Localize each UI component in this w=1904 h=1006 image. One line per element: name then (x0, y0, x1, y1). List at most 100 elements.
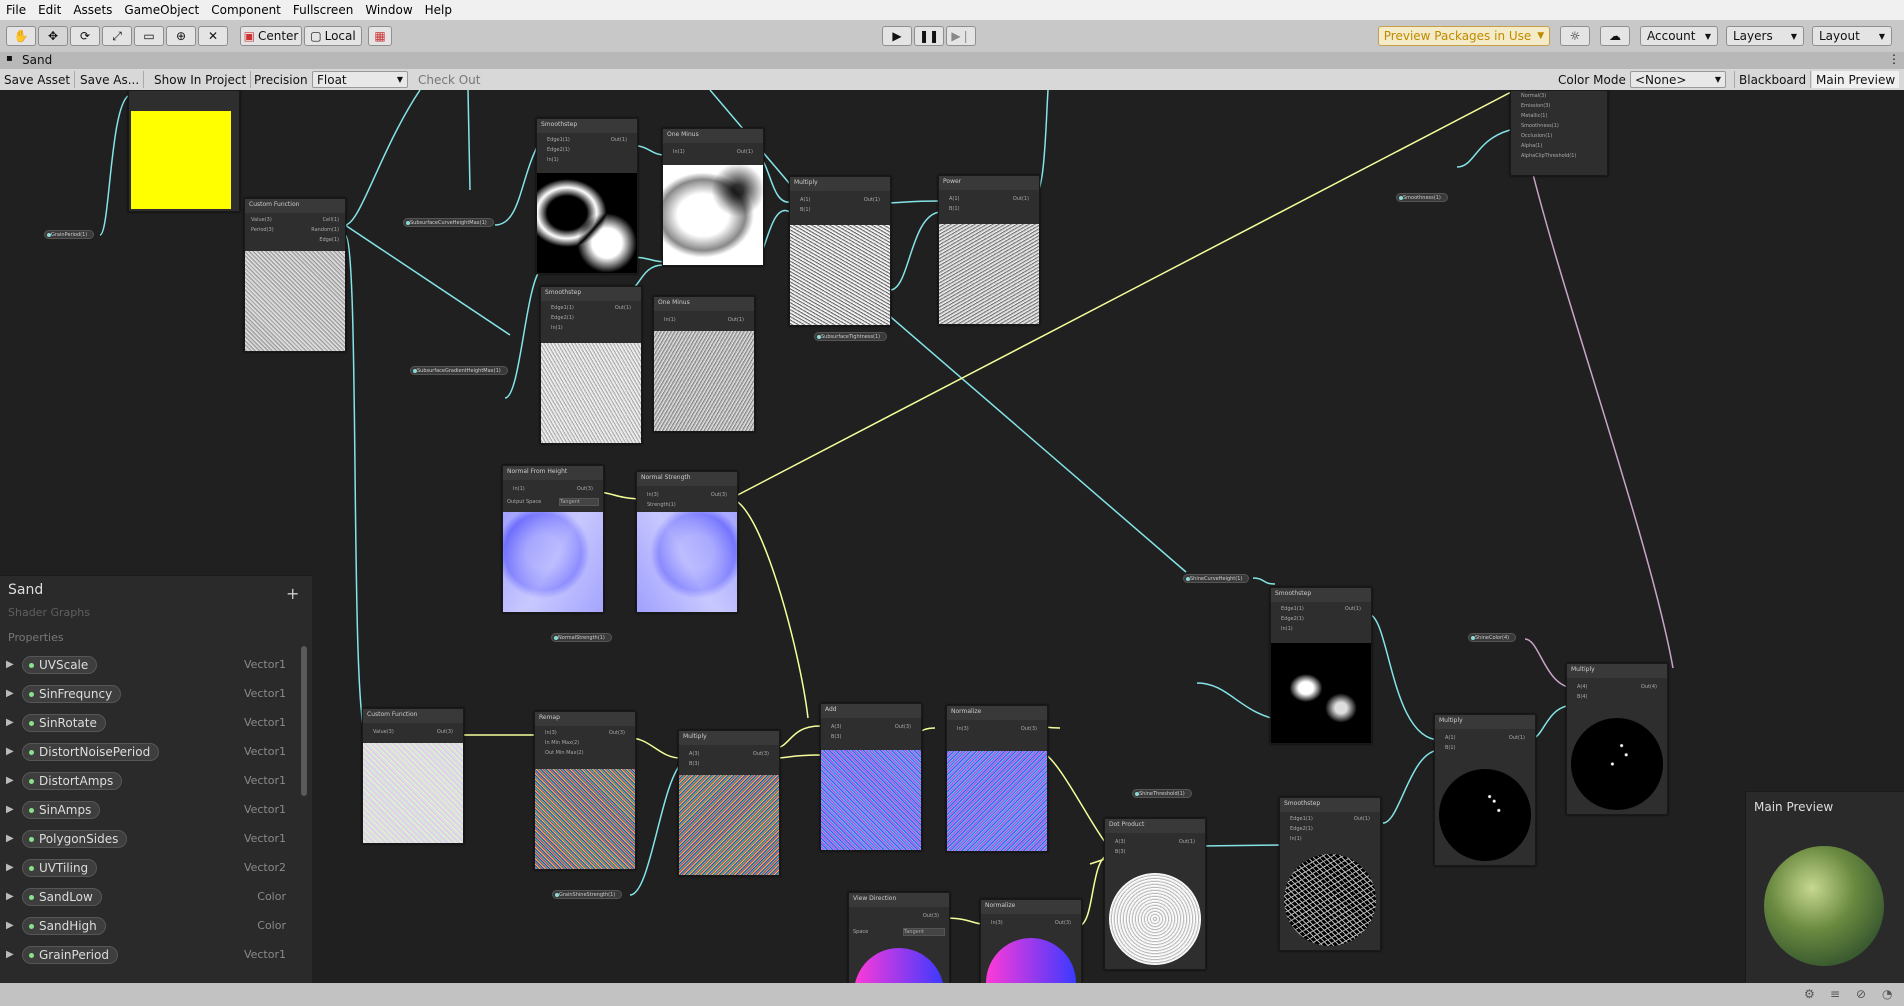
port-label[interactable]: B(4) (1577, 694, 1588, 700)
port-label[interactable]: A(4) (1577, 684, 1588, 690)
port-label[interactable]: In(1) (547, 157, 559, 163)
one-minus-node[interactable]: One Minus In(1) Out(1) (662, 128, 764, 266)
port-label[interactable]: Cell(1) (323, 217, 339, 223)
property-name[interactable]: SandLow (22, 888, 102, 906)
property-row[interactable]: ▶ UVTiling Vector2 (0, 857, 300, 881)
port-label[interactable]: Out(1) (1179, 839, 1195, 845)
port-label[interactable]: Out(4) (1641, 684, 1657, 690)
chevron-right-icon[interactable]: ▶ (6, 920, 14, 931)
color-mode-dropdown[interactable]: <None> ▼ (1630, 71, 1726, 88)
port-label[interactable]: Edge1(1) (551, 305, 574, 311)
port-label[interactable]: In(3) (647, 492, 659, 498)
smoothstep-node[interactable]: Smoothstep Edge1(1) Edge2(1) In(1) Out(1… (536, 118, 638, 274)
port-label[interactable]: Alpha(1) (1521, 143, 1542, 149)
port-label[interactable]: Out(3) (753, 751, 769, 757)
pause-button[interactable]: ❚❚ (914, 26, 944, 46)
port-label[interactable]: Out(1) (737, 149, 753, 155)
port-label[interactable]: B(1) (949, 206, 960, 212)
blackboard-toggle[interactable]: Blackboard (1734, 71, 1812, 88)
port-label[interactable]: B(1) (800, 207, 811, 213)
preview-packages-button[interactable]: Preview Packages in Use ▼ (1378, 26, 1550, 46)
port-label[interactable]: Period(3) (251, 227, 274, 233)
property-row[interactable]: ▶ SandHigh Color (0, 915, 300, 939)
chevron-right-icon[interactable]: ▶ (6, 949, 14, 960)
custom-tool-button[interactable]: ✕ (198, 26, 228, 46)
port-label[interactable]: Random(1) (311, 227, 339, 233)
property-row[interactable]: ▶ DistortNoisePeriod Vector1 (0, 741, 300, 765)
property-row[interactable]: ▶ SandLow Color (0, 886, 300, 910)
port-label[interactable]: Edge1(1) (1290, 816, 1313, 822)
play-button[interactable]: ▶ (882, 26, 912, 46)
custom-function-node[interactable]: Custom Function Value(3) Out(3) (362, 708, 464, 844)
property-row[interactable]: ▶ PolygonSides Vector1 (0, 828, 300, 852)
port-label[interactable]: Strength(1) (647, 502, 676, 508)
port-label[interactable]: A(1) (1445, 735, 1456, 741)
add-node[interactable]: Add A(3) B(3) Out(3) (820, 703, 922, 851)
port-label[interactable]: Occlusion(1) (1521, 133, 1552, 139)
port-label[interactable]: In(1) (513, 486, 525, 492)
property-node-shine-threshold[interactable]: ShineThreshold(1) (1132, 789, 1192, 798)
port-label[interactable]: B(3) (1115, 849, 1126, 855)
menu-file[interactable]: File (0, 3, 32, 17)
port-label[interactable]: Out(3) (609, 730, 625, 736)
normalize-node[interactable]: Normalize In(3) Out(3) (946, 705, 1048, 852)
menu-help[interactable]: Help (419, 3, 458, 17)
port-label[interactable]: Out Min Max(2) (545, 750, 584, 756)
blackboard-scrollbar[interactable] (300, 636, 308, 976)
port-label[interactable]: Edge2(1) (547, 147, 570, 153)
port-label[interactable]: B(1) (1445, 745, 1456, 751)
menu-assets[interactable]: Assets (67, 3, 118, 17)
one-minus-node[interactable]: One Minus In(1) Out(1) (653, 296, 755, 432)
property-node-grain-period[interactable]: GrainPeriod(1) (44, 230, 95, 239)
port-label[interactable]: Out(1) (1345, 606, 1361, 612)
property-node-subsurface-tightness[interactable]: SubsurfaceTightness(1) (814, 332, 888, 341)
space-dropdown[interactable]: Tangent (903, 928, 945, 936)
add-property-button[interactable]: + (286, 584, 299, 603)
chevron-right-icon[interactable]: ▶ (6, 804, 14, 815)
account-dropdown[interactable]: Account ▼ (1640, 26, 1718, 46)
transform-tool-button[interactable]: ⊕ (166, 26, 196, 46)
port-label[interactable]: Value(3) (251, 217, 272, 223)
menu-edit[interactable]: Edit (32, 3, 67, 17)
normal-strength-node[interactable]: Normal Strength In(3) Strength(1) Out(3) (636, 471, 738, 613)
port-label[interactable]: In(1) (1281, 626, 1293, 632)
pivot-local-button[interactable]: ▢ Local (304, 26, 362, 46)
port-label[interactable]: In Min Max(2) (545, 740, 579, 746)
port-label[interactable]: In(3) (957, 726, 969, 732)
layout-dropdown[interactable]: Layout ▼ (1812, 26, 1892, 46)
port-label[interactable]: In(1) (673, 149, 685, 155)
port-label[interactable]: A(1) (949, 196, 960, 202)
multiply-node[interactable]: Multiply A(1) B(1) Out(1) (789, 176, 891, 326)
port-label[interactable]: Value(3) (373, 729, 394, 735)
port-label[interactable]: Out(1) (615, 305, 631, 311)
chevron-right-icon[interactable]: ▶ (6, 688, 14, 699)
port-label[interactable]: Out(3) (895, 724, 911, 730)
menu-window[interactable]: Window (359, 3, 418, 17)
property-name[interactable]: SinRotate (22, 714, 106, 732)
scrollbar-thumb[interactable] (301, 646, 307, 796)
rotate-tool-button[interactable]: ⟳ (70, 26, 100, 46)
dot-product-node[interactable]: Dot Product A(3) B(3) Out(1) (1104, 818, 1206, 970)
port-label[interactable]: A(3) (1115, 839, 1126, 845)
property-name[interactable]: SinFrequncy (22, 685, 122, 703)
port-label[interactable]: Edge1(1) (1281, 606, 1304, 612)
multiply-node[interactable]: Multiply A(1) B(1) Out(1) (1434, 714, 1536, 866)
port-label[interactable]: Edge(1) (319, 237, 339, 243)
port-label[interactable]: Emission(3) (1521, 103, 1550, 109)
snap-button[interactable]: ▦ (368, 26, 392, 46)
main-preview-sphere[interactable] (1764, 846, 1884, 966)
port-label[interactable]: A(3) (689, 751, 700, 757)
layers-dropdown[interactable]: Layers ▼ (1726, 26, 1804, 46)
chevron-right-icon[interactable]: ▶ (6, 833, 14, 844)
save-as-button[interactable]: Save As... (76, 71, 145, 88)
property-node-smoothness[interactable]: Smoothness(1) (1396, 193, 1448, 202)
port-label[interactable]: Out(1) (1013, 196, 1029, 202)
menu-fullscreen[interactable]: Fullscreen (287, 3, 359, 17)
port-label[interactable]: Out(3) (1021, 726, 1037, 732)
custom-function-node[interactable]: Custom Function Value(3) Period(3) Cell(… (244, 198, 346, 352)
save-asset-button[interactable]: Save Asset (0, 71, 76, 88)
collab-button[interactable]: ☼ (1560, 26, 1590, 46)
color-node[interactable] (128, 90, 240, 212)
port-label[interactable]: Edge2(1) (551, 315, 574, 321)
power-node[interactable]: Power A(1) B(1) Out(1) (938, 175, 1040, 325)
